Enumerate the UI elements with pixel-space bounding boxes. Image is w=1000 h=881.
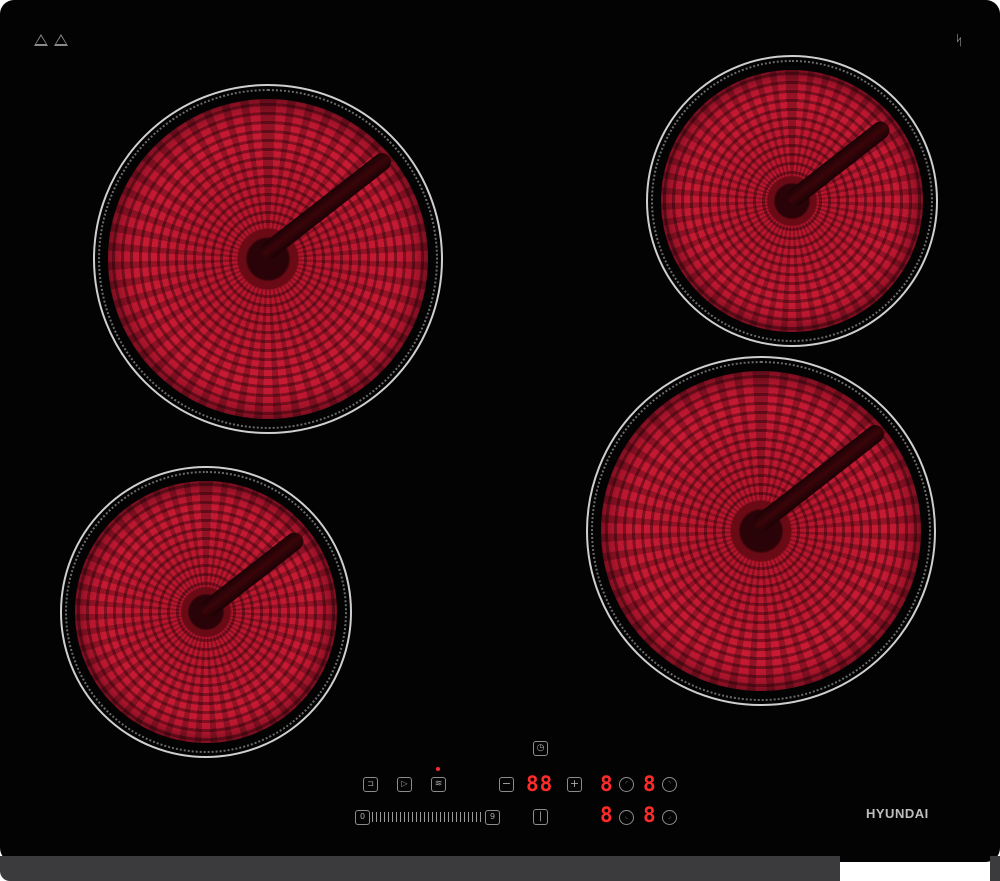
slider-min-button[interactable]: 0 — [355, 810, 370, 825]
timer-plus-button[interactable]: + — [567, 777, 582, 792]
zone-front-right-icon: ◞ — [668, 813, 671, 820]
child-lock-button[interactable]: ⊐ — [363, 777, 378, 792]
clock-icon: ◷ — [536, 743, 545, 753]
zone-select-rear-right-button[interactable]: ◝ — [662, 777, 677, 792]
brand-logo: HYUNDAI — [866, 806, 929, 821]
plus-icon: + — [569, 777, 580, 790]
hot-surface-warning-icon — [34, 34, 48, 48]
zone-select-front-right-button[interactable]: ◞ — [662, 810, 677, 825]
zone-front-left-icon: ◟ — [625, 813, 628, 820]
power-button[interactable]: | — [533, 809, 548, 825]
cooking-zone-front-right[interactable] — [586, 356, 936, 706]
pause-icon: ▷ — [401, 779, 408, 788]
zone-rear-right-icon: ◝ — [668, 780, 671, 787]
caution-warning-icon — [54, 34, 68, 48]
cooking-zone-front-left[interactable] — [60, 466, 352, 758]
zone-display-rear-left: 8 — [600, 772, 614, 796]
power-level-slider[interactable] — [372, 812, 484, 822]
zone-select-rear-left-button[interactable]: ◜ — [619, 777, 634, 792]
zone-display-rear-right: 8 — [643, 772, 657, 796]
hob-bottom-edge-right — [990, 856, 1000, 881]
heating-coil — [601, 371, 921, 691]
heating-coil — [108, 99, 428, 419]
timer-button[interactable]: ◷ — [533, 741, 548, 756]
keep-warm-indicator — [436, 767, 440, 771]
slider-max-button[interactable]: 9 — [485, 810, 500, 825]
hob-panel: ᛋ ◷ ⊐ ▷ ≋ − 88 + 8 ◜ 8 ◝ 0 9 | 8 ◟ 8 ◞ H… — [0, 0, 1000, 862]
zone-rear-left-icon: ◜ — [625, 780, 628, 787]
zone-select-front-left-button[interactable]: ◟ — [619, 810, 634, 825]
wireless-connect-icon: ᛋ — [954, 32, 964, 48]
pause-button[interactable]: ▷ — [397, 777, 412, 792]
power-icon: | — [538, 811, 543, 822]
minus-icon: − — [501, 777, 512, 790]
keep-warm-icon: ≋ — [434, 779, 443, 789]
slider-max-label: 9 — [489, 812, 496, 821]
cooking-zone-rear-right[interactable] — [646, 55, 938, 347]
lock-icon: ⊐ — [367, 779, 374, 788]
timer-display: 88 — [526, 772, 554, 796]
keep-warm-button[interactable]: ≋ — [431, 777, 446, 792]
zone-display-front-right: 8 — [643, 803, 657, 827]
slider-min-label: 0 — [359, 812, 366, 821]
cooking-zone-rear-left[interactable] — [93, 84, 443, 434]
hob-bottom-edge — [0, 856, 840, 881]
timer-minus-button[interactable]: − — [499, 777, 514, 792]
zone-display-front-left: 8 — [600, 803, 614, 827]
